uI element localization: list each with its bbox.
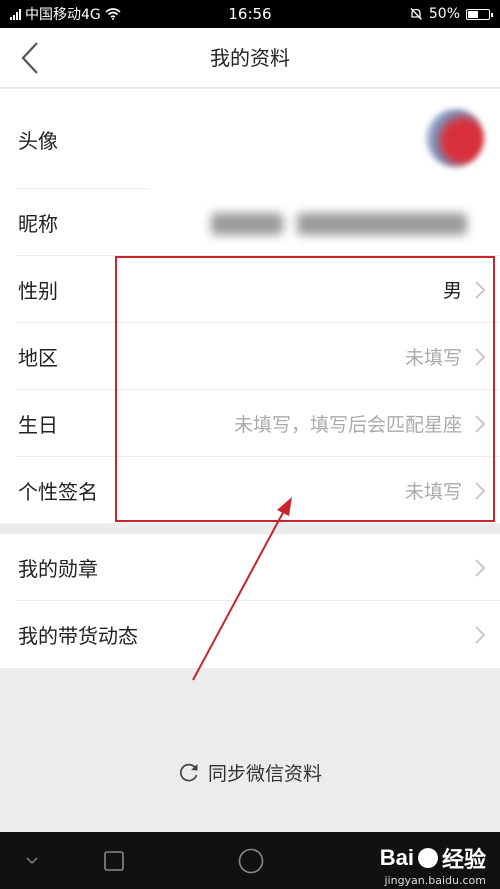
row-label: 头像 bbox=[18, 128, 58, 153]
carrier-label: 中国移动4G bbox=[25, 7, 101, 23]
row-label: 我的勋章 bbox=[18, 557, 98, 581]
watermark-brand-suffix: 经验 bbox=[441, 847, 486, 872]
system-nav-bar: Bai 经验 jingyan.baidu.com bbox=[0, 832, 500, 889]
profile-row-nickname[interactable]: 昵称 bbox=[0, 189, 500, 256]
battery-label: 50% bbox=[428, 6, 460, 22]
extra-list: 我的勋章 我的带货动态 bbox=[0, 534, 500, 668]
row-label: 个性签名 bbox=[18, 480, 98, 504]
watermark-brand: Bai 经验 bbox=[380, 842, 486, 874]
avatar bbox=[426, 109, 484, 167]
square-icon bbox=[104, 850, 124, 871]
baidu-watermark: Bai 经验 jingyan.baidu.com bbox=[380, 842, 486, 887]
circle-icon bbox=[238, 848, 264, 873]
sync-label: 同步微信资料 bbox=[207, 762, 322, 785]
row-label: 性别 bbox=[18, 279, 58, 303]
nickname-blurred bbox=[211, 213, 476, 235]
row-my-sales-activity[interactable]: 我的带货动态 bbox=[0, 601, 500, 668]
profile-row-avatar[interactable]: 头像 bbox=[0, 89, 500, 189]
highlight-box bbox=[115, 256, 495, 522]
refresh-icon bbox=[180, 763, 198, 782]
row-my-medals[interactable]: 我的勋章 bbox=[0, 534, 500, 601]
watermark-brand-text: Bai bbox=[379, 845, 414, 870]
mute-bell-icon bbox=[410, 8, 422, 20]
sync-wechat-button[interactable]: 同步微信资料 bbox=[0, 758, 500, 786]
wifi-icon bbox=[105, 8, 121, 20]
chevron-right-icon bbox=[475, 625, 486, 644]
row-label: 生日 bbox=[18, 413, 58, 437]
nav-hide-button[interactable] bbox=[10, 832, 54, 889]
status-right: 50% bbox=[409, 6, 493, 22]
row-label: 我的带货动态 bbox=[18, 624, 138, 648]
watermark-url: jingyan.baidu.com bbox=[384, 874, 486, 887]
battery-icon bbox=[466, 8, 493, 20]
nav-home-button[interactable] bbox=[228, 832, 274, 889]
chevron-right-icon bbox=[475, 558, 486, 577]
page-title: 我的资料 bbox=[210, 46, 290, 70]
nav-bar: 我的资料 bbox=[0, 28, 500, 88]
status-left: 中国移动4G bbox=[10, 4, 409, 24]
chevron-down-icon bbox=[26, 856, 38, 864]
signal-icon bbox=[10, 8, 21, 20]
row-label: 地区 bbox=[18, 346, 58, 370]
paw-icon bbox=[417, 848, 438, 868]
status-bar: 中国移动4G 16:56 50% bbox=[0, 0, 500, 28]
nav-recent-button[interactable] bbox=[92, 832, 136, 889]
row-label: 昵称 bbox=[18, 212, 58, 236]
